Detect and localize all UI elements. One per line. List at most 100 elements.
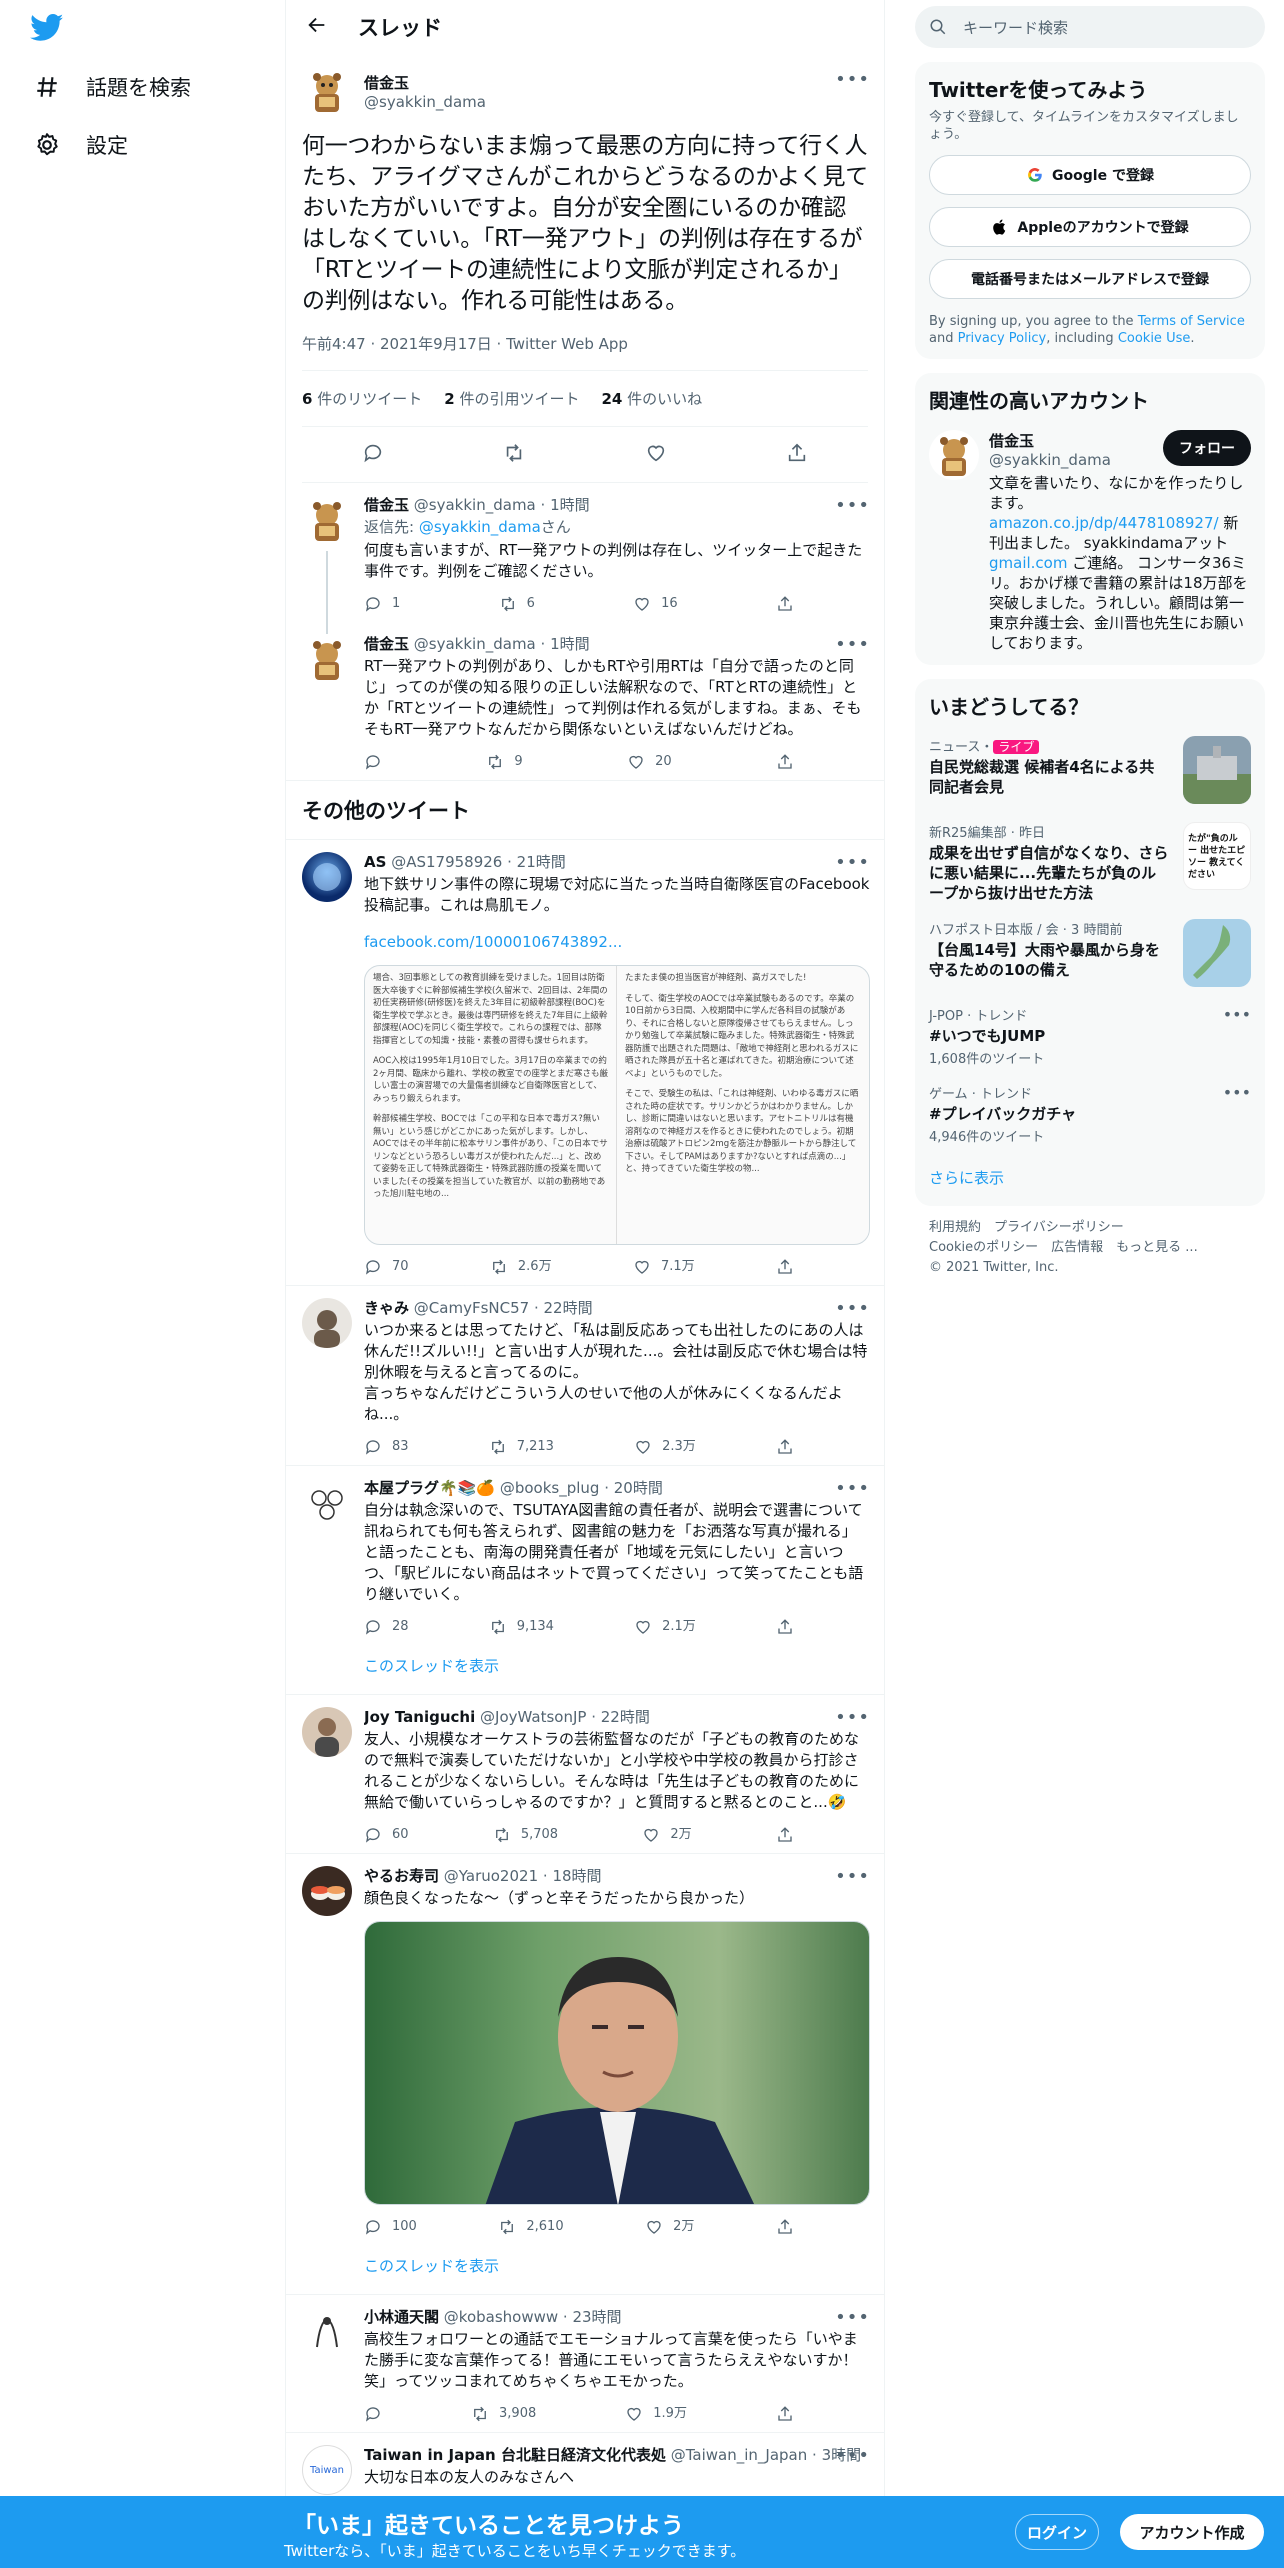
show-thread-link[interactable]: このスレッドを表示 xyxy=(286,1645,884,1695)
avatar[interactable] xyxy=(302,1478,352,1528)
retweet-button[interactable]: 6 xyxy=(499,594,535,614)
avatar[interactable]: Taiwan xyxy=(302,2445,352,2495)
reply-button[interactable]: 28 xyxy=(364,1617,409,1637)
quote-count[interactable]: 2 件の引用ツイート xyxy=(444,388,579,409)
search-bar[interactable]: キーワード検索 xyxy=(915,6,1265,48)
author-name[interactable]: Joy Taniguchi xyxy=(364,1708,475,1726)
avatar[interactable] xyxy=(302,495,352,545)
reply-button[interactable]: 100 xyxy=(364,2217,417,2237)
share-icon[interactable] xyxy=(786,442,808,468)
search-input[interactable]: キーワード検索 xyxy=(963,17,1068,38)
reply-tweet[interactable]: 借金玉 @syakkin_dama · 1時間 返信先: @syakkin_da… xyxy=(286,483,884,634)
reply-button[interactable]: 60 xyxy=(364,1825,409,1845)
author-handle[interactable]: @JoyWatsonJP xyxy=(480,1708,586,1726)
like-button[interactable]: 7.1万 xyxy=(633,1257,695,1277)
author-name[interactable]: AS xyxy=(364,853,386,871)
share-button[interactable] xyxy=(776,1437,794,1457)
author-handle[interactable]: @books_plug xyxy=(500,1479,600,1497)
timeline-tweet[interactable]: Joy Taniguchi @JoyWatsonJP · 22時間 友人、小規模… xyxy=(286,1695,884,1854)
retweet-button[interactable]: 2.6万 xyxy=(490,1257,552,1277)
signup-button[interactable]: アカウント作成 xyxy=(1120,2514,1264,2550)
reply-button[interactable]: 83 xyxy=(364,1437,409,1457)
google-signup-button[interactable]: Google で登録 xyxy=(929,155,1251,195)
tweet-time[interactable]: 22時間 xyxy=(601,1708,650,1726)
like-button[interactable]: 2.3万 xyxy=(634,1437,696,1457)
tweet-time[interactable]: 1時間 xyxy=(550,496,590,514)
more-icon[interactable]: ••• xyxy=(835,1478,870,1499)
trend-item[interactable]: 新R25編集部 · 昨日 成果を出せず自信がなくなり、さらに悪い結果に...先輩… xyxy=(929,822,1251,903)
author-name[interactable]: 借金玉 xyxy=(364,72,486,93)
timeline-tweet[interactable]: やるお寿司 @Yaruo2021 · 18時間 顔色良くなったな〜（ずっと辛そう… xyxy=(286,1854,884,2245)
author-name[interactable]: Taiwan in Japan 台北駐日経済文化代表処 xyxy=(364,2446,666,2464)
more-icon[interactable]: ••• xyxy=(835,1707,870,1728)
follow-button[interactable]: フォロー xyxy=(1163,430,1251,466)
avatar[interactable] xyxy=(302,634,352,684)
terms-link[interactable]: Terms of Service xyxy=(1138,314,1245,329)
avatar[interactable] xyxy=(302,1707,352,1757)
footer-privacy[interactable]: プライバシーポリシー xyxy=(994,1220,1124,1235)
reply-button[interactable]: 70 xyxy=(364,1257,409,1277)
reply-icon[interactable] xyxy=(362,442,384,468)
author-handle[interactable]: @syakkin_dama xyxy=(364,93,486,111)
tweet-image[interactable]: 場合、3回事態としての教育訓練を受けました。1回目は防衛医大卒後すぐに幹部候補生… xyxy=(364,965,870,1245)
avatar[interactable] xyxy=(302,1866,352,1916)
tweet-time[interactable]: 1時間 xyxy=(550,635,590,653)
like-button[interactable]: 2万 xyxy=(642,1825,692,1845)
footer-terms[interactable]: 利用規約 xyxy=(929,1220,981,1235)
avatar[interactable] xyxy=(302,1298,352,1348)
avatar[interactable] xyxy=(302,852,352,902)
reply-button[interactable]: 1 xyxy=(364,594,400,614)
retweet-button[interactable]: 7,213 xyxy=(489,1437,554,1457)
trend-item[interactable]: ゲーム · トレンド #プレイバックガチャ 4,946件のツイート ••• xyxy=(929,1083,1251,1145)
author-handle[interactable]: @AS17958926 xyxy=(391,853,502,871)
more-icon[interactable]: ••• xyxy=(1223,1083,1251,1102)
more-icon[interactable]: ••• xyxy=(835,69,870,90)
share-button[interactable] xyxy=(776,594,794,614)
login-button[interactable]: ログイン xyxy=(1015,2514,1099,2550)
privacy-link[interactable]: Privacy Policy xyxy=(958,331,1047,346)
timeline-tweet[interactable]: AS @AS17958926 · 21時間 地下鉄サリン事件の際に現場で対応に当… xyxy=(286,840,884,1286)
author-handle[interactable]: @Yaruo2021 xyxy=(444,1867,538,1885)
tweet-photo[interactable] xyxy=(364,1921,870,2205)
share-button[interactable] xyxy=(776,1617,794,1637)
more-icon[interactable]: ••• xyxy=(835,495,870,516)
retweet-button[interactable]: 3,908 xyxy=(471,2404,536,2424)
tweet-link[interactable]: facebook.com/10000106743892... xyxy=(364,932,870,953)
phone-email-signup-button[interactable]: 電話番号またはメールアドレスで登録 xyxy=(929,259,1251,299)
like-button[interactable]: 2.1万 xyxy=(634,1617,696,1637)
nav-explore[interactable]: 話題を検索 xyxy=(34,72,191,102)
avatar[interactable] xyxy=(302,66,352,116)
tweet-time[interactable]: 22時間 xyxy=(544,1299,593,1317)
like-button[interactable]: 2万 xyxy=(645,2217,694,2237)
bio-link[interactable]: amazon.co.jp/dp/4478108927/ xyxy=(989,514,1219,532)
author-name[interactable]: 借金玉 xyxy=(364,635,409,653)
like-count[interactable]: 24 件のいいね xyxy=(601,388,702,409)
timeline-tweet[interactable]: きゃみ @CamyFsNC57 · 22時間 いつか来るとは思ってたけど、「私は… xyxy=(286,1286,884,1466)
more-icon[interactable]: ••• xyxy=(835,2445,870,2466)
trend-item[interactable]: ニュース・ ライブ 自民党総裁選 候補者4名による共同記者会見 xyxy=(929,736,1251,806)
trend-item[interactable]: J-POP · トレンド #いつでもJUMP 1,608件のツイート ••• xyxy=(929,1005,1251,1067)
author-name[interactable]: やるお寿司 xyxy=(364,1867,439,1885)
account-row[interactable]: 借金玉 @syakkin_dama 文章を書いたり、なにかを作ったりします。 a… xyxy=(929,430,1251,653)
author-name[interactable]: 借金玉 xyxy=(364,496,409,514)
reply-button[interactable] xyxy=(364,2404,382,2424)
apple-signup-button[interactable]: Appleのアカウントで登録 xyxy=(929,207,1251,247)
trend-item[interactable]: ハフポスト日本版 / 会 · 3 時間前 【台風14号】大雨や暴風から身を守るた… xyxy=(929,919,1251,989)
share-button[interactable] xyxy=(776,752,794,772)
footer-more[interactable]: もっと見る ... xyxy=(1116,1240,1198,1255)
more-icon[interactable]: ••• xyxy=(835,2307,870,2328)
retweet-button[interactable]: 2,610 xyxy=(498,2217,564,2237)
retweet-button[interactable]: 9 xyxy=(486,752,523,772)
author-handle[interactable]: @syakkin_dama xyxy=(414,635,536,653)
share-button[interactable] xyxy=(776,2217,794,2237)
cookie-link[interactable]: Cookie Use xyxy=(1118,331,1191,346)
reply-tweet[interactable]: 借金玉 @syakkin_dama · 1時間 RT一発アウトの判例があり、しか… xyxy=(286,622,884,781)
tweet-time[interactable]: 20時間 xyxy=(614,1479,663,1497)
retweet-count[interactable]: 6 件のリツイート xyxy=(302,388,422,409)
more-icon[interactable]: ••• xyxy=(1223,1005,1251,1024)
like-button[interactable]: 16 xyxy=(633,594,678,614)
author-name[interactable]: きゃみ xyxy=(364,1299,409,1317)
tweet-time[interactable]: 23時間 xyxy=(572,2308,621,2326)
author-handle[interactable]: @kobashowww xyxy=(444,2308,558,2326)
retweet-button[interactable]: 5,708 xyxy=(493,1825,558,1845)
